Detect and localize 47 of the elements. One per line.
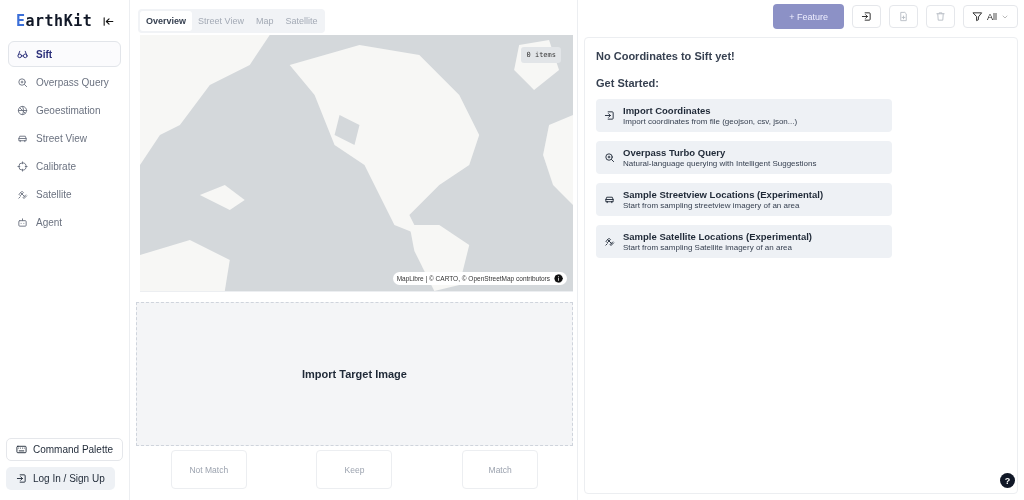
nav-item[interactable]: Overpass Query (8, 69, 121, 95)
nav-item[interactable]: Street View (8, 125, 121, 151)
nav-item[interactable]: Calibrate (8, 153, 121, 179)
command-palette-button[interactable]: Command Palette (6, 438, 123, 461)
option-description: Start from sampling streetview imagery of an area (623, 201, 801, 210)
satellite-icon (17, 188, 28, 200)
app-logo: EarthKit (16, 12, 93, 30)
search-icon (604, 152, 615, 163)
get-started-option[interactable]: Sample Streetview Locations (Experimental) Start from sampling streetview imagery of an area (596, 183, 892, 216)
get-started-option[interactable]: Import Coordinates Import coordinates from file (geojson, csv, json...) (596, 99, 892, 132)
option-description: Start from sampling Satellite imagery of an area (623, 243, 793, 252)
import-icon (604, 110, 615, 121)
car-icon (604, 194, 615, 205)
nav-item[interactable]: Satellite (8, 181, 121, 207)
import-icon (16, 473, 27, 484)
option-description: Natural-language querying with Intelligent Suggestions (623, 159, 817, 168)
collapse-button[interactable] (102, 14, 116, 28)
option-description: Import coordinates from file (geojson, csv, json...) (623, 117, 798, 126)
import-icon (861, 11, 872, 22)
panel-subtitle: Get Started: (596, 77, 660, 89)
help-button[interactable]: ? (1000, 473, 1015, 488)
login-button[interactable]: Log In / Sign Up (6, 467, 115, 490)
trash-icon (935, 11, 946, 22)
nav-item[interactable]: Sift (8, 41, 121, 67)
glasses-icon (17, 48, 28, 60)
satellite-icon (604, 236, 615, 247)
option-title: Import Coordinates (623, 105, 712, 116)
nav-item[interactable]: Agent (8, 209, 121, 235)
robot-icon (17, 216, 28, 228)
search-icon (17, 76, 28, 88)
keyboard-icon (15, 444, 27, 455)
view-tab[interactable]: Overview (140, 11, 193, 31)
get-started-option[interactable]: Overpass Turbo Query Natural-language querying with Intelligent Suggestions (596, 141, 892, 174)
option-title: Overpass Turbo Query (623, 147, 727, 158)
panel-title: No Coordinates to Sift yet! (596, 50, 736, 62)
option-title: Sample Satellite Locations (Experimental) (623, 231, 812, 242)
option-title: Sample Streetview Locations (Experimental) (623, 189, 824, 200)
globe-icon (17, 104, 28, 116)
filter-icon (972, 11, 983, 22)
nav-item[interactable]: Geoestimation (8, 97, 121, 123)
file-icon (898, 11, 909, 22)
filter-dropdown[interactable]: All (963, 5, 1018, 28)
toolbar-button[interactable] (852, 5, 881, 28)
collapse-icon (102, 14, 116, 28)
get-started-option[interactable]: Sample Satellite Locations (Experimental) Start from sampling Satellite imagery of an area (596, 225, 892, 258)
image-drop-zone[interactable]: Import Target Image (136, 302, 573, 446)
crosshair-icon (17, 160, 28, 172)
